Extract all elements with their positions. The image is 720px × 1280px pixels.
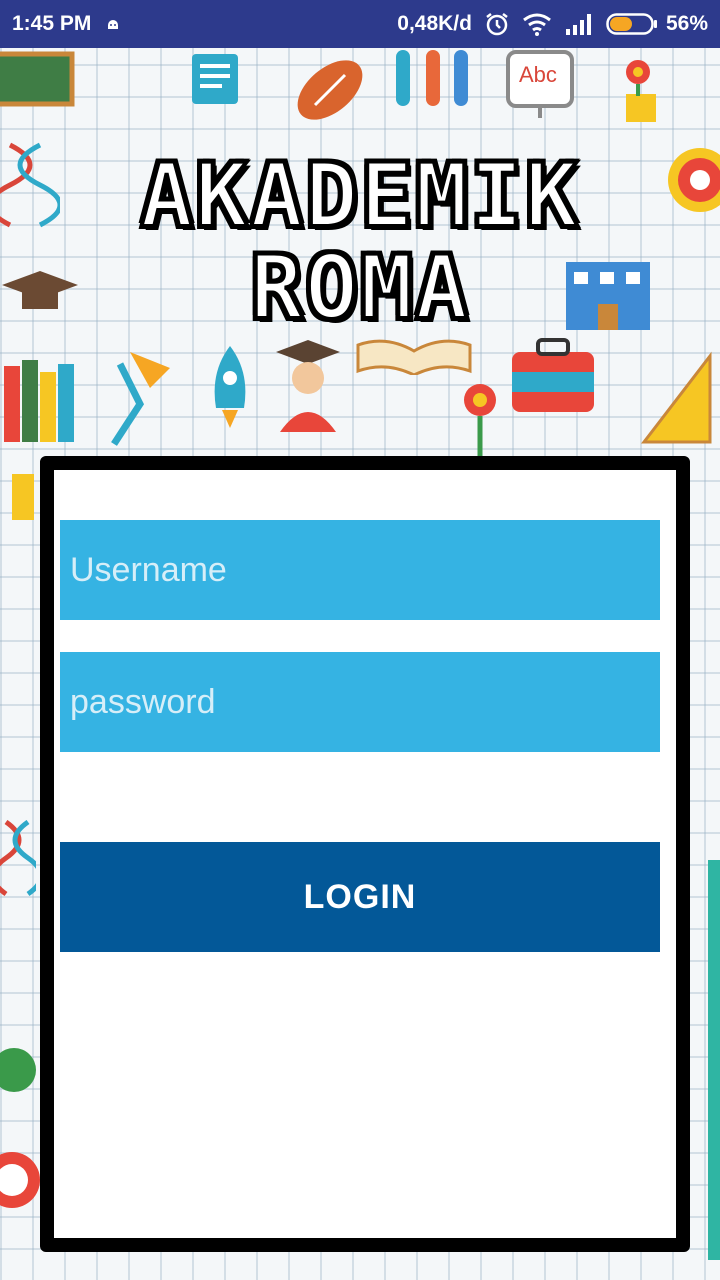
username-input[interactable] <box>60 520 660 620</box>
android-debug-icon <box>105 16 121 32</box>
signal-icon <box>564 13 594 35</box>
login-card: LOGIN <box>40 456 690 1252</box>
network-speed: 0,48K/d <box>397 12 472 35</box>
decor-test-tubes-icon <box>392 50 482 115</box>
decor-chalkboard <box>0 50 80 115</box>
battery-percent: 56% <box>665 12 708 35</box>
decor-flower-pot-icon <box>608 50 670 135</box>
battery-indicator: 56% <box>606 12 708 36</box>
decor-books-icon <box>0 352 80 453</box>
title-line-2: ROMA <box>248 236 470 339</box>
title-line-1: AKADEMIK <box>138 144 580 247</box>
decor-abc-label: Abc <box>519 62 557 87</box>
password-input[interactable] <box>60 652 660 752</box>
alarm-icon <box>484 11 510 37</box>
decor-abc-board: Abc <box>506 50 576 125</box>
decor-briefcase-icon <box>508 336 598 421</box>
decor-open-book-icon <box>354 335 474 380</box>
wifi-icon <box>522 12 552 36</box>
decor-target-left-icon <box>0 1140 40 1225</box>
decor-football-icon <box>290 50 370 135</box>
battery-icon <box>606 13 657 35</box>
status-bar: 1:45 PM 0,48K/d 56% <box>0 0 720 48</box>
decor-lamp-icon <box>100 344 180 459</box>
decor-pencil-icon <box>4 470 44 535</box>
app-title: AKADEMIK ROMA <box>0 144 720 339</box>
decor-ruler-triangle-icon <box>640 346 720 451</box>
decor-notebook-icon <box>188 50 244 115</box>
decor-dna-left-icon <box>0 819 44 905</box>
login-button[interactable]: LOGIN <box>60 842 660 952</box>
decor-rocket-icon <box>200 344 260 439</box>
decor-flower-icon <box>450 378 510 463</box>
decor-bulb-icon <box>0 1040 40 1125</box>
decor-teal-bar-icon <box>704 860 720 1265</box>
status-time: 1:45 PM <box>12 12 92 35</box>
decor-graduate-icon <box>272 336 344 441</box>
